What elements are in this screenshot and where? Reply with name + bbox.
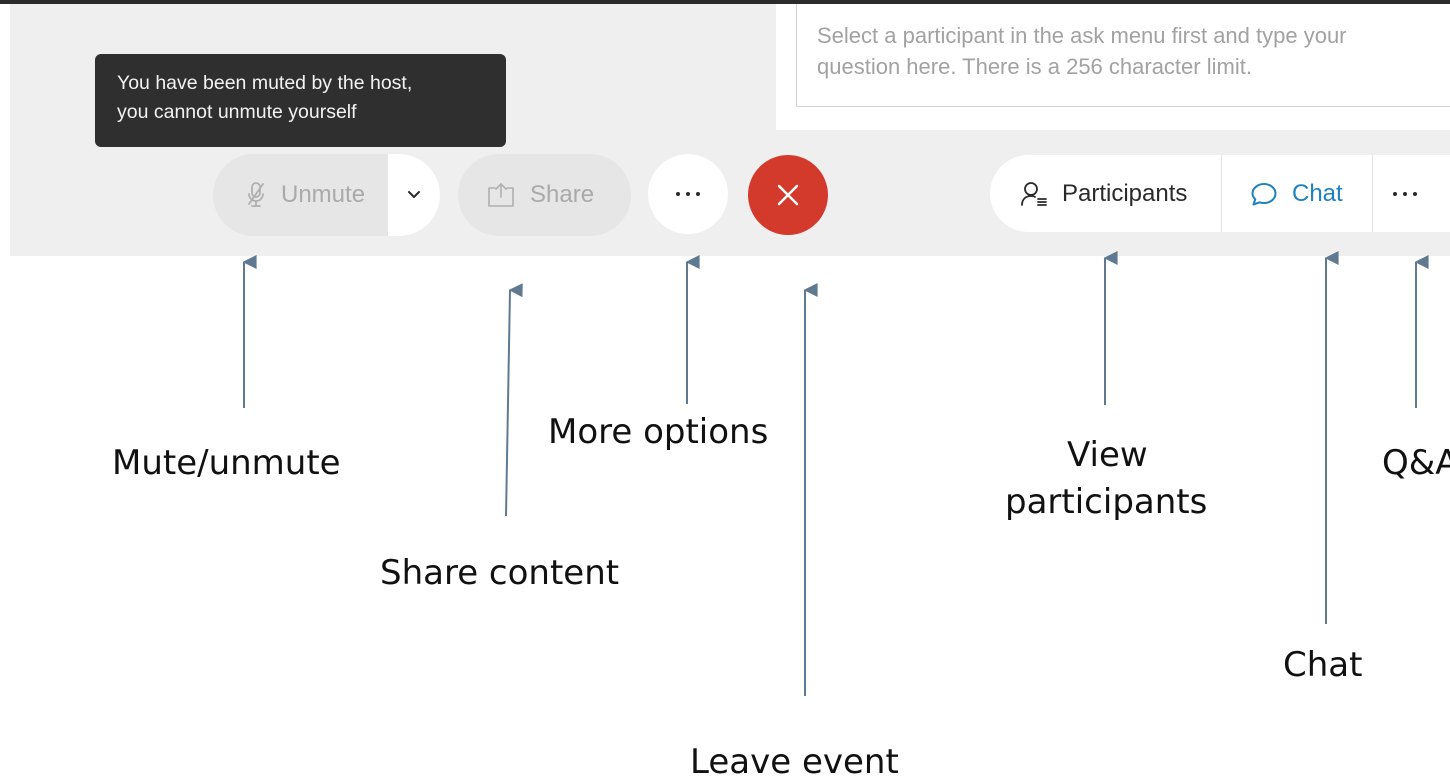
callout-share: Share content [380,553,620,593]
callout-more: More options [548,412,769,452]
annotation-arrows [242,251,1429,696]
callout-participants-line-1: View [1067,435,1148,475]
arrow-share [505,283,523,517]
callout-qa: Q&A [1382,443,1450,483]
callout-participants-line-2: participants [1005,482,1208,522]
callout-mute: Mute/unmute [112,443,341,483]
callout-leave: Leave event [690,742,899,782]
callout-chat: Chat [1283,645,1363,685]
